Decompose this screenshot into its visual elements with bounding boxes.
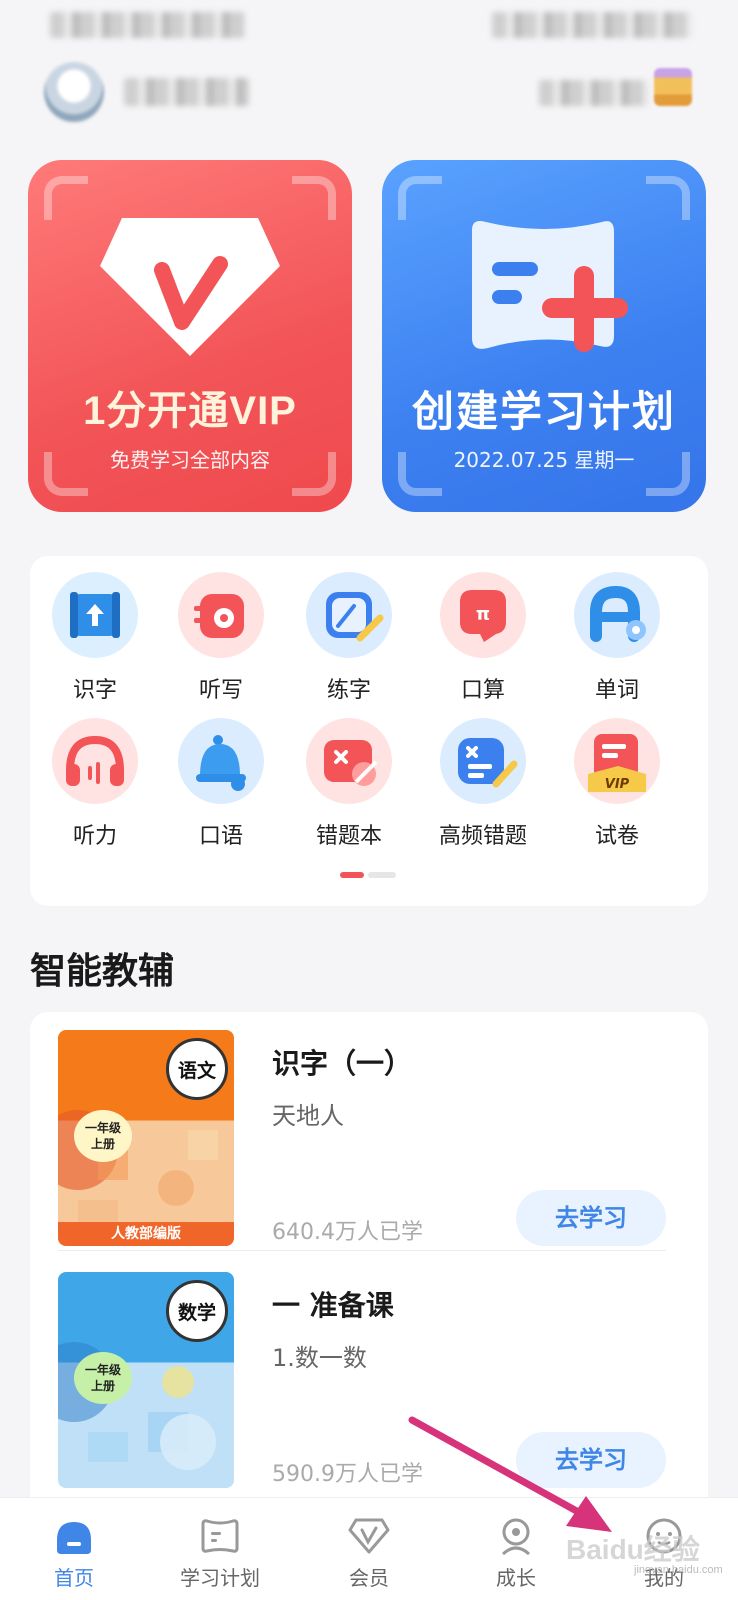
frequent-mistakes-icon [440,718,526,804]
gift-box-icon[interactable] [654,68,692,106]
tool-label: 听力 [72,824,117,849]
status-bar-right-blurred [492,12,692,38]
divider [58,1250,666,1251]
tool-label: 口语 [198,824,243,849]
tab-home[interactable]: 首页 [0,1498,148,1591]
tab-label: 学习计划 [180,1566,260,1590]
tool-label: 单词 [594,678,639,703]
svg-text:π: π [476,604,490,625]
svg-text:VIP: VIP [605,777,630,792]
tool-dictation[interactable]: 听写 [166,572,276,704]
list-item[interactable]: 语文 一年级 上册 人教部编版 识字（一） 天地人 640.4万人已学 去学习 [58,1030,680,1260]
course-title: 一 准备课 [272,1289,394,1322]
bell-icon [178,718,264,804]
study-plan-banner-title: 创建学习计划 [411,388,676,435]
words-icon [574,572,660,658]
learner-count: 640.4万人已学 [272,1220,423,1245]
course-cover: 数学 一年级 上册 [58,1272,234,1488]
tool-label: 识字 [72,678,117,703]
course-cover: 语文 一年级 上册 人教部编版 [58,1030,234,1246]
baidu-watermark-logo: Baidu经验 jingyan.baidu.com [566,1534,723,1576]
vip-banner[interactable]: 1分开通VIP 免费学习全部内容 [28,160,352,512]
vip-banner-subtitle: 免费学习全部内容 [110,448,270,472]
tool-label: 听写 [198,678,243,703]
study-plan-banner-date: 2022.07.25 星期一 [453,448,635,472]
growth-icon [495,1516,537,1556]
plan-book-plus-icon [472,221,628,352]
handwriting-icon [306,572,392,658]
tool-label: 口算 [460,678,505,703]
tool-mistake-book[interactable]: 错题本 [294,718,404,850]
tool-listening[interactable]: 听力 [40,718,150,850]
profile-header [44,62,694,126]
mistake-book-icon [306,718,392,804]
tab-study-plan[interactable]: 学习计划 [146,1498,294,1591]
course-subtitle: 1.数一数 [272,1344,367,1372]
username-blurred [124,78,249,106]
study-plan-icon [199,1516,241,1556]
tool-label: 错题本 [315,824,382,849]
go-study-button[interactable]: 去学习 [516,1432,666,1488]
grade-badge: 一年级 上册 [74,1352,132,1404]
subject-badge: 语文 [166,1038,228,1100]
learner-count: 590.9万人已学 [272,1462,423,1487]
status-bar-left-blurred [50,12,245,38]
subject-badge: 数学 [166,1280,228,1342]
tool-words[interactable]: 单词 [562,572,672,704]
list-item[interactable]: 数学 一年级 上册 一 准备课 1.数一数 590.9万人已学 去学习 [58,1272,680,1502]
tab-label: 首页 [54,1566,94,1590]
tools-page-indicator [340,872,396,878]
home-icon [53,1516,95,1556]
headphones-icon [52,718,138,804]
vip-banner-title: 1分开通VIP [83,389,297,433]
mental-math-icon: π [440,572,526,658]
course-list: 语文 一年级 上册 人教部编版 识字（一） 天地人 640.4万人已学 去学习 数… [30,1012,708,1532]
study-plan-banner[interactable]: 创建学习计划 2022.07.25 星期一 [382,160,706,512]
vip-icon [348,1516,390,1556]
page-dot [368,872,396,878]
tool-mental-math[interactable]: π 口算 [428,572,538,704]
course-title: 识字（一） [272,1047,413,1080]
section-title: 智能教辅 [30,951,175,992]
tool-label: 练字 [326,678,371,703]
go-study-button[interactable]: 去学习 [516,1190,666,1246]
tool-exam-paper[interactable]: VIP 试卷 [562,718,672,850]
literacy-scroll-icon [52,572,138,658]
avatar[interactable] [44,62,104,122]
tool-literacy[interactable]: 识字 [40,572,150,704]
tools-grid: 识字 听写 练字 π 口算 单词 听力 口语 错题本 高频错题 VIP 试卷 [30,556,708,906]
vip-exam-paper-icon: VIP [574,718,660,804]
tab-vip[interactable]: 会员 [295,1498,443,1591]
dictation-icon [178,572,264,658]
header-right-blurred[interactable] [539,80,649,106]
course-subtitle: 天地人 [272,1102,344,1130]
tool-frequent-mistakes[interactable]: 高频错题 [428,718,538,850]
tool-handwriting[interactable]: 练字 [294,572,404,704]
diamond-icon [100,218,280,356]
grade-badge: 一年级 上册 [74,1110,132,1162]
tool-speaking[interactable]: 口语 [166,718,276,850]
page-dot-active [340,872,364,878]
tool-label: 高频错题 [438,824,527,849]
edition-label: 人教部编版 [58,1222,234,1246]
tool-label: 试卷 [594,824,639,849]
tab-label: 会员 [349,1566,389,1590]
